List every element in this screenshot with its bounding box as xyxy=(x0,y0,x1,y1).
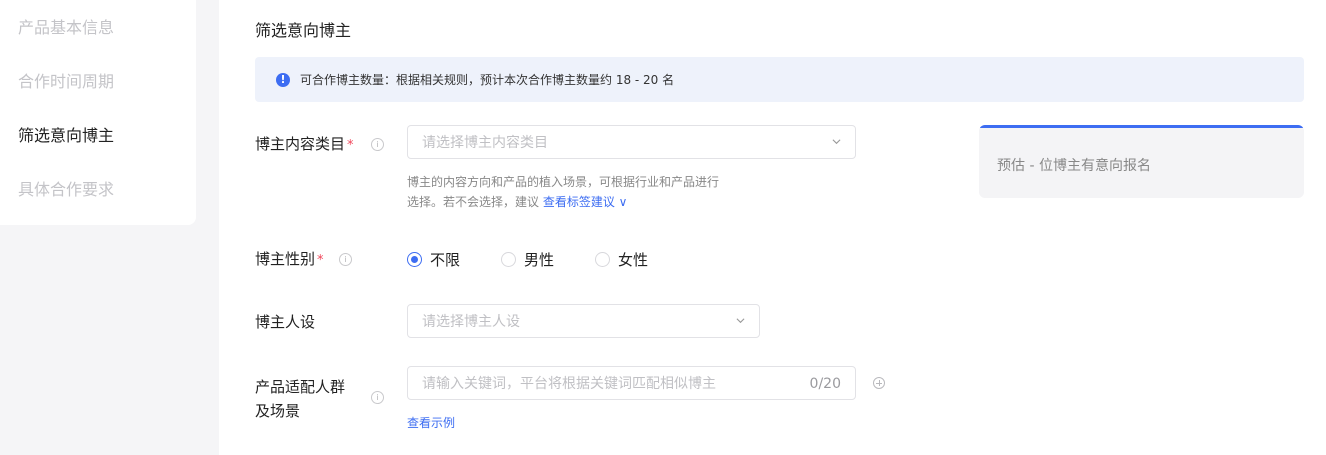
radio-circle xyxy=(407,252,422,267)
character-counter: 0/20 xyxy=(809,376,841,392)
gender-radio-female[interactable]: 女性 xyxy=(595,249,648,270)
required-mark: * xyxy=(317,253,324,268)
info-icon[interactable]: i xyxy=(339,253,352,266)
estimate-card-accent-bar xyxy=(979,125,1304,128)
gender-label: 博主性别 * xyxy=(255,248,324,269)
audience-label-line2: 及场景 xyxy=(255,402,301,420)
sidebar-nav: 产品基本信息 合作时间周期 筛选意向博主 具体合作要求 xyxy=(0,0,196,225)
category-hint-text: 选择。若不会选择，建议 xyxy=(407,195,543,209)
persona-label: 博主人设 xyxy=(255,311,315,332)
notice-text: 可合作博主数量：根据相关规则，预计本次合作博主数量约 18 - 20 名 xyxy=(300,73,675,87)
view-tag-suggestions-link[interactable]: 查看标签建议 ∨ xyxy=(543,195,628,209)
category-hint-line1: 博主的内容方向和产品的植入场景，可根据行业和产品进行 xyxy=(407,175,720,189)
info-icon[interactable]: i xyxy=(371,391,384,404)
audience-label-line1: 产品适配人群 xyxy=(255,378,346,396)
info-icon[interactable]: i xyxy=(371,138,384,151)
radio-circle xyxy=(595,252,610,267)
estimate-card: 预估 - 位博主有意向报名 xyxy=(979,125,1304,198)
persona-label-text: 博主人设 xyxy=(255,313,316,331)
audience-placeholder: 请输入关键词，平台将根据关键词匹配相似博主 xyxy=(422,376,716,392)
radio-label: 不限 xyxy=(430,251,461,269)
add-circle-icon[interactable] xyxy=(873,377,885,389)
main-panel: 筛选意向博主 ! 可合作博主数量：根据相关规则，预计本次合作博主数量约 18 -… xyxy=(219,0,1326,455)
sidebar-item-select-bloggers[interactable]: 筛选意向博主 xyxy=(18,122,114,146)
category-placeholder: 请选择博主内容类目 xyxy=(422,135,548,151)
category-hint: 博主的内容方向和产品的植入场景，可根据行业和产品进行 选择。若不会选择，建议 查… xyxy=(407,172,767,212)
category-hint-line2: 选择。若不会选择，建议 查看标签建议 ∨ xyxy=(407,192,767,212)
sidebar-item-basic-info[interactable]: 产品基本信息 xyxy=(18,14,114,38)
radio-circle xyxy=(501,252,516,267)
gender-label-text: 博主性别 xyxy=(255,250,316,268)
persona-select[interactable]: 请选择博主人设 xyxy=(407,304,760,338)
notice-banner: ! 可合作博主数量：根据相关规则，预计本次合作博主数量约 18 - 20 名 xyxy=(255,57,1304,102)
category-label: 博主内容类目 * xyxy=(255,133,354,154)
audience-keyword-input[interactable]: 请输入关键词，平台将根据关键词匹配相似博主 0/20 xyxy=(407,366,856,400)
audience-label: 产品适配人群 及场景 xyxy=(255,375,345,423)
gender-radio-male[interactable]: 男性 xyxy=(501,249,554,270)
persona-placeholder: 请选择博主人设 xyxy=(422,314,520,330)
chevron-down-icon xyxy=(736,318,745,324)
required-mark: * xyxy=(347,138,354,153)
sidebar-item-requirements[interactable]: 具体合作要求 xyxy=(18,176,114,200)
info-filled-icon: ! xyxy=(276,72,290,87)
gender-radio-any[interactable]: 不限 xyxy=(407,249,460,270)
view-example-link[interactable]: 查看示例 xyxy=(407,414,455,431)
section-title: 筛选意向博主 xyxy=(255,21,352,40)
category-label-text: 博主内容类目 xyxy=(255,135,346,153)
category-select[interactable]: 请选择博主内容类目 xyxy=(407,125,856,159)
radio-label: 男性 xyxy=(524,251,555,269)
sidebar-item-time-period[interactable]: 合作时间周期 xyxy=(18,68,114,92)
estimate-text: 预估 - 位博主有意向报名 xyxy=(997,158,1151,174)
chevron-down-icon xyxy=(832,139,841,145)
radio-label: 女性 xyxy=(618,251,649,269)
